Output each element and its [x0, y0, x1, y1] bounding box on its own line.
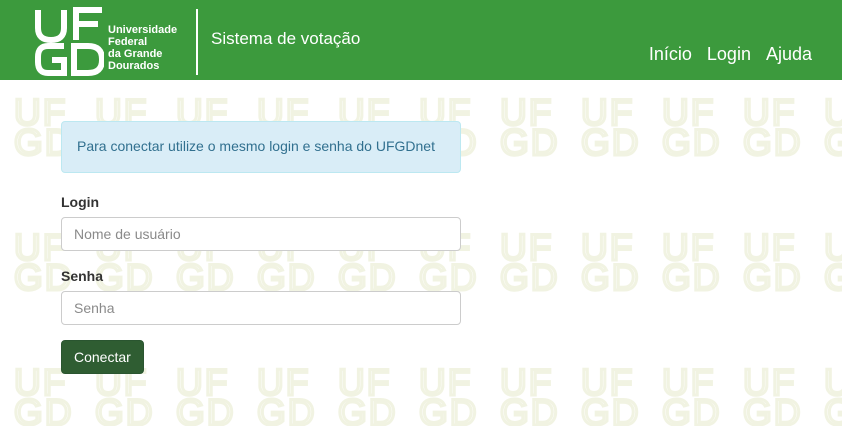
ufgd-logo-icon[interactable] — [34, 6, 104, 76]
watermark-logo-tile: UFGD — [499, 92, 560, 163]
institution-line: da Grande — [108, 48, 163, 60]
nav-ajuda[interactable]: Ajuda — [766, 44, 812, 65]
info-alert: Para conectar utilize o mesmo login e se… — [61, 121, 461, 173]
institution-line: Universidade — [108, 24, 178, 36]
watermark-logo-tile: UFGD — [742, 92, 803, 163]
nav-inicio[interactable]: Início — [649, 44, 692, 65]
watermark-logo-tile: UFGD — [661, 227, 722, 298]
watermark-logo-tile: UFGD — [499, 227, 560, 298]
watermark-logo-tile: UFGD — [823, 92, 842, 163]
watermark-logo-tile: UFGD — [580, 92, 641, 163]
institution-line: Dourados — [108, 60, 160, 72]
watermark-logo-tile: UFGD — [337, 362, 398, 426]
institution-line: Federal — [108, 36, 148, 48]
watermark-logo-tile: UFGD — [661, 362, 722, 426]
watermark-logo-tile: UFGD — [661, 92, 722, 163]
watermark-logo-tile: UFGD — [175, 362, 236, 426]
main-nav: Início Login Ajuda — [649, 44, 812, 65]
login-panel: Para conectar utilize o mesmo login e se… — [61, 121, 461, 374]
header-divider — [196, 9, 198, 75]
login-label: Login — [61, 194, 100, 210]
watermark-logo-tile: UFGD — [742, 362, 803, 426]
login-input[interactable] — [61, 217, 461, 251]
institution-name: Universidade Federal da Grande Dourados — [108, 24, 177, 72]
watermark-logo-tile: UFGD — [256, 362, 317, 426]
watermark-logo-tile: UFGD — [418, 362, 479, 426]
watermark-logo-tile: UFGD — [580, 362, 641, 426]
top-navbar: Universidade Federal da Grande Dourados … — [0, 0, 842, 80]
watermark-logo-tile: UFGD — [94, 362, 155, 426]
nav-login[interactable]: Login — [707, 44, 751, 65]
watermark-logo-tile: UFGD — [742, 227, 803, 298]
connect-button[interactable]: Conectar — [61, 340, 144, 374]
password-label: Senha — [61, 268, 104, 284]
password-input[interactable] — [61, 291, 461, 325]
watermark-logo-tile: UFGD — [13, 362, 74, 426]
system-title[interactable]: Sistema de votação — [211, 29, 360, 49]
watermark-logo-tile: UFGD — [823, 362, 842, 426]
watermark-logo-tile: UFGD — [823, 227, 842, 298]
watermark-logo-tile: UFGD — [580, 227, 641, 298]
watermark-logo-tile: UFGD — [499, 362, 560, 426]
